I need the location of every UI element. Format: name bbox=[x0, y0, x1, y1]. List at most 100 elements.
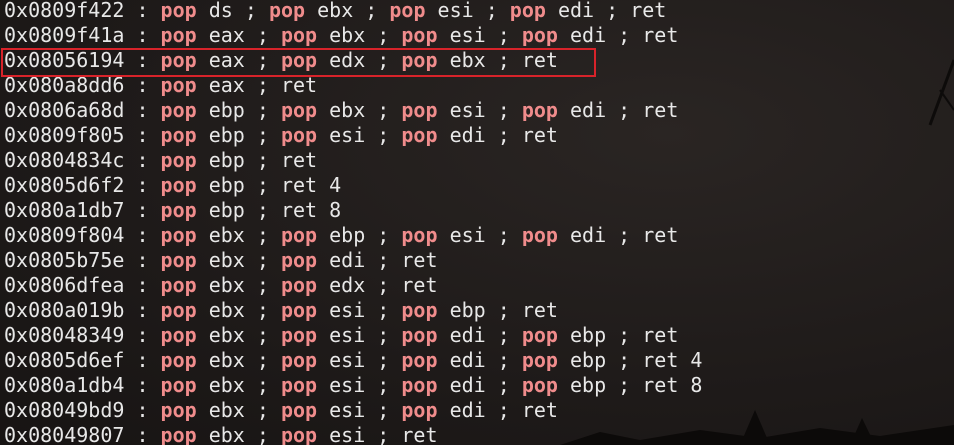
operand: esi bbox=[329, 323, 366, 347]
pop-keyword: pop bbox=[280, 98, 318, 122]
operand: ebx bbox=[329, 98, 366, 122]
gadget-line: 0x0809f41a : pop eax ; pop ebx ; pop esi… bbox=[4, 23, 679, 47]
ret-instruction: ret bbox=[642, 323, 679, 347]
pop-keyword: pop bbox=[401, 323, 438, 347]
operand: ebp bbox=[329, 223, 366, 247]
operand: ebx bbox=[208, 348, 245, 372]
operand: ebx bbox=[449, 48, 486, 72]
gadget-line: 0x0805d6f2 : pop ebp ; ret 4 bbox=[4, 173, 342, 197]
pop-keyword: pop bbox=[280, 373, 318, 397]
pop-keyword: pop bbox=[280, 48, 318, 72]
operand: esi bbox=[329, 123, 366, 147]
pop-keyword: pop bbox=[280, 298, 318, 322]
pop-keyword: pop bbox=[521, 98, 558, 122]
pop-keyword: pop bbox=[280, 223, 318, 247]
operand: ebp bbox=[569, 373, 607, 397]
ret-instruction: ret bbox=[280, 198, 318, 222]
gadget-line: 0x08048349 : pop ebx ; pop esi ; pop edi… bbox=[4, 323, 679, 347]
pop-keyword: pop bbox=[160, 298, 197, 322]
gadget-address: 0x08056194 bbox=[4, 48, 125, 72]
operand: esi bbox=[329, 348, 366, 372]
operand: eax bbox=[208, 23, 245, 47]
terminal-window[interactable]: 0x0809f422 : pop ds ; pop ebx ; pop esi … bbox=[0, 0, 954, 445]
pop-keyword: pop bbox=[160, 323, 197, 347]
operand: edi bbox=[449, 398, 486, 422]
gadget-line: 0x08049807 : pop ebx ; pop esi ; ret bbox=[4, 423, 438, 445]
gadget-line: 0x0806dfea : pop ebx ; pop edx ; ret bbox=[4, 273, 438, 297]
operand: 8 bbox=[329, 198, 342, 222]
gadget-address: 0x0809f41a bbox=[4, 23, 125, 47]
operand: edi bbox=[569, 223, 607, 247]
operand: ebx bbox=[208, 298, 245, 322]
pop-keyword: pop bbox=[521, 23, 558, 47]
pop-keyword: pop bbox=[160, 423, 197, 445]
ret-instruction: ret bbox=[630, 0, 667, 22]
gadget-line: 0x0804834c : pop ebp ; ret bbox=[4, 148, 318, 172]
gadget-line: 0x0805d6ef : pop ebx ; pop esi ; pop edi… bbox=[4, 348, 703, 372]
gadget-address: 0x0809f805 bbox=[4, 123, 125, 147]
gadget-address: 0x0806dfea bbox=[4, 273, 125, 297]
pop-keyword: pop bbox=[280, 23, 318, 47]
ret-instruction: ret bbox=[642, 98, 679, 122]
gadget-line: 0x08056194 : pop eax ; pop edx ; pop ebx… bbox=[4, 48, 558, 72]
ret-instruction: ret bbox=[642, 348, 679, 372]
pop-keyword: pop bbox=[280, 398, 318, 422]
pop-keyword: pop bbox=[509, 0, 546, 22]
gadget-line: 0x0809f805 : pop ebp ; pop esi ; pop edi… bbox=[4, 123, 558, 147]
ret-instruction: ret bbox=[642, 373, 679, 397]
pop-keyword: pop bbox=[160, 373, 197, 397]
gadget-address: 0x08048349 bbox=[4, 323, 125, 347]
pop-keyword: pop bbox=[401, 48, 438, 72]
pop-keyword: pop bbox=[160, 48, 197, 72]
operand: edi bbox=[449, 123, 486, 147]
gadget-address: 0x0809f422 bbox=[4, 0, 125, 22]
operand: ebx bbox=[208, 373, 245, 397]
operand: ebx bbox=[208, 273, 245, 297]
operand: esi bbox=[329, 373, 366, 397]
pop-keyword: pop bbox=[160, 0, 197, 22]
gadget-address: 0x0809f804 bbox=[4, 223, 125, 247]
operand: edi bbox=[557, 0, 595, 22]
gadget-address: 0x08049807 bbox=[4, 423, 125, 445]
ret-instruction: ret bbox=[642, 23, 679, 47]
operand: ds bbox=[208, 0, 233, 22]
pop-keyword: pop bbox=[160, 198, 197, 222]
pop-keyword: pop bbox=[521, 373, 558, 397]
operand: ebp bbox=[208, 148, 245, 172]
operand: esi bbox=[449, 223, 486, 247]
pop-keyword: pop bbox=[160, 23, 197, 47]
pop-keyword: pop bbox=[160, 273, 197, 297]
pop-keyword: pop bbox=[160, 398, 197, 422]
operand: ebx bbox=[329, 23, 366, 47]
pop-keyword: pop bbox=[401, 223, 438, 247]
ret-instruction: ret bbox=[521, 398, 558, 422]
operand: edi bbox=[329, 248, 366, 272]
pop-keyword: pop bbox=[401, 23, 438, 47]
gadget-list: 0x0809f422 : pop ds ; pop ebx ; pop esi … bbox=[4, 0, 702, 445]
pop-keyword: pop bbox=[280, 123, 318, 147]
operand: ebp bbox=[569, 348, 607, 372]
pop-keyword: pop bbox=[280, 248, 318, 272]
operand: 4 bbox=[690, 348, 703, 372]
gadget-line: 0x080a019b : pop ebx ; pop esi ; pop ebp… bbox=[4, 298, 558, 322]
gadget-line: 0x080a8dd6 : pop eax ; ret bbox=[4, 73, 318, 97]
operand: edx bbox=[329, 273, 366, 297]
operand: ebp bbox=[569, 323, 607, 347]
operand: edi bbox=[569, 98, 607, 122]
pop-keyword: pop bbox=[280, 423, 318, 445]
operand: ebx bbox=[208, 248, 245, 272]
operand: ebp bbox=[208, 123, 245, 147]
ret-instruction: ret bbox=[642, 223, 679, 247]
operand: esi bbox=[449, 23, 486, 47]
pop-keyword: pop bbox=[401, 98, 438, 122]
gadget-line: 0x0809f422 : pop ds ; pop ebx ; pop esi … bbox=[4, 0, 667, 22]
gadget-line: 0x0805b75e : pop ebx ; pop edi ; ret bbox=[4, 248, 438, 272]
gadget-address: 0x080a1db4 bbox=[4, 373, 125, 397]
ret-instruction: ret bbox=[401, 273, 438, 297]
ret-instruction: ret bbox=[280, 73, 318, 97]
pop-keyword: pop bbox=[160, 148, 197, 172]
operand: ebp bbox=[208, 173, 245, 197]
pop-keyword: pop bbox=[268, 0, 306, 22]
ret-instruction: ret bbox=[521, 298, 558, 322]
operand: esi bbox=[329, 298, 366, 322]
